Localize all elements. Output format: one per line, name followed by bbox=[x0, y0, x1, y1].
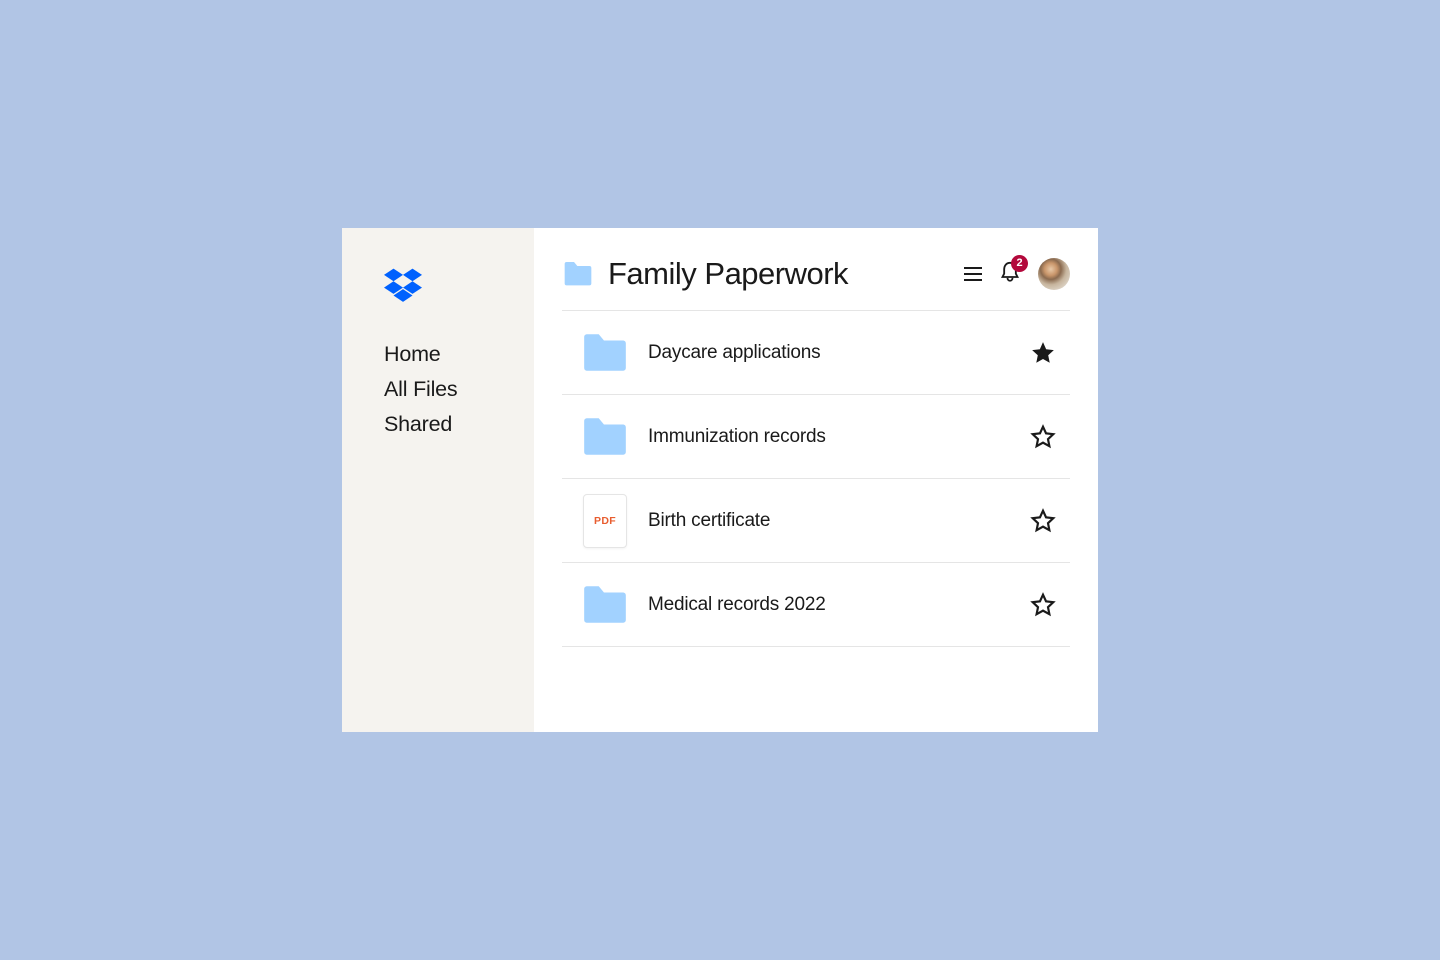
star-outline-icon bbox=[1030, 424, 1056, 450]
list-item[interactable]: PDF Birth certificate bbox=[562, 479, 1070, 563]
page-title: Family Paperwork bbox=[608, 256, 950, 292]
sidebar: Home All Files Shared bbox=[342, 228, 534, 732]
dropbox-logo-icon bbox=[384, 268, 422, 304]
file-name: Birth certificate bbox=[648, 510, 1030, 532]
folder-icon bbox=[562, 261, 594, 287]
star-button[interactable] bbox=[1030, 340, 1056, 366]
file-list: Daycare applications Immunization record… bbox=[562, 310, 1070, 647]
notifications-button[interactable]: 2 bbox=[1000, 261, 1020, 288]
list-item[interactable]: Immunization records bbox=[562, 395, 1070, 479]
main-panel: Family Paperwork 2 bbox=[534, 228, 1098, 732]
app-window: Home All Files Shared Family Paperwork bbox=[342, 228, 1098, 732]
file-name: Medical records 2022 bbox=[648, 594, 1030, 616]
pdf-icon: PDF bbox=[580, 499, 630, 543]
sidebar-item-home[interactable]: Home bbox=[384, 342, 534, 367]
sidebar-item-shared[interactable]: Shared bbox=[384, 412, 534, 437]
sidebar-nav: Home All Files Shared bbox=[384, 342, 534, 437]
star-outline-icon bbox=[1030, 592, 1056, 618]
sidebar-item-all-files[interactable]: All Files bbox=[384, 377, 534, 402]
notification-badge: 2 bbox=[1011, 255, 1028, 272]
pdf-label: PDF bbox=[594, 515, 616, 527]
folder-icon bbox=[580, 415, 630, 459]
header-actions: 2 bbox=[964, 258, 1070, 290]
star-filled-icon bbox=[1030, 340, 1056, 366]
star-button[interactable] bbox=[1030, 424, 1056, 450]
file-name: Daycare applications bbox=[648, 342, 1030, 364]
star-button[interactable] bbox=[1030, 592, 1056, 618]
menu-icon[interactable] bbox=[964, 267, 982, 281]
file-name: Immunization records bbox=[648, 426, 1030, 448]
star-button[interactable] bbox=[1030, 508, 1056, 534]
folder-icon bbox=[580, 583, 630, 627]
list-item[interactable]: Daycare applications bbox=[562, 311, 1070, 395]
header: Family Paperwork 2 bbox=[562, 256, 1070, 292]
list-item[interactable]: Medical records 2022 bbox=[562, 563, 1070, 647]
avatar[interactable] bbox=[1038, 258, 1070, 290]
folder-icon bbox=[580, 331, 630, 375]
star-outline-icon bbox=[1030, 508, 1056, 534]
